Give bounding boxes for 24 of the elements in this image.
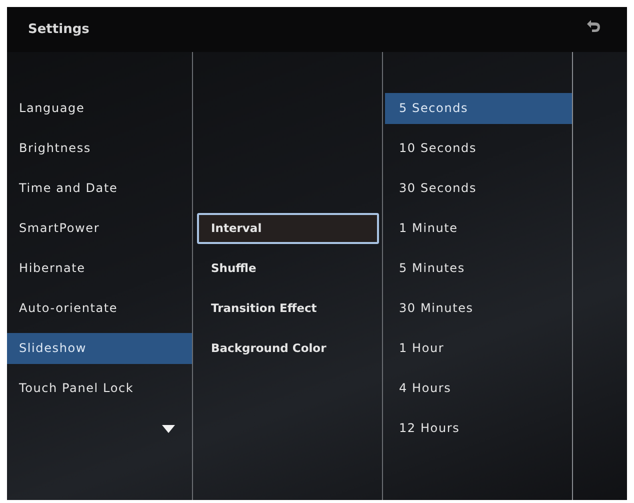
back-arrow-icon[interactable] (585, 18, 601, 32)
scroll-down-icon[interactable] (162, 425, 175, 433)
window-title: Settings (28, 22, 90, 37)
interval-option[interactable]: 30 Seconds (385, 173, 572, 204)
category-item[interactable]: Time and Date (7, 173, 192, 204)
category-item[interactable]: SmartPower (7, 213, 192, 244)
category-item[interactable]: Hibernate (7, 253, 192, 284)
interval-option[interactable]: 30 Minutes (385, 293, 572, 324)
category-item[interactable]: Auto-orientate (7, 293, 192, 324)
option-item[interactable]: Background Color (197, 333, 379, 364)
category-item[interactable]: Touch Panel Lock (7, 373, 192, 404)
interval-option[interactable]: 4 Hours (385, 373, 572, 404)
category-item[interactable]: Language (7, 93, 192, 124)
option-item[interactable]: Interval (197, 213, 379, 244)
category-item[interactable]: Brightness (7, 133, 192, 164)
interval-option[interactable]: 5 Minutes (385, 253, 572, 284)
interval-option[interactable]: 12 Hours (385, 413, 572, 444)
interval-option[interactable]: 1 Minute (385, 213, 572, 244)
option-item[interactable]: Shuffle (197, 253, 379, 284)
interval-option[interactable]: 1 Hour (385, 333, 572, 364)
interval-option[interactable]: 10 Seconds (385, 133, 572, 164)
interval-option[interactable]: 5 Seconds (385, 93, 572, 124)
category-item[interactable]: Slideshow (7, 333, 192, 364)
option-item[interactable]: Transition Effect (197, 293, 379, 324)
